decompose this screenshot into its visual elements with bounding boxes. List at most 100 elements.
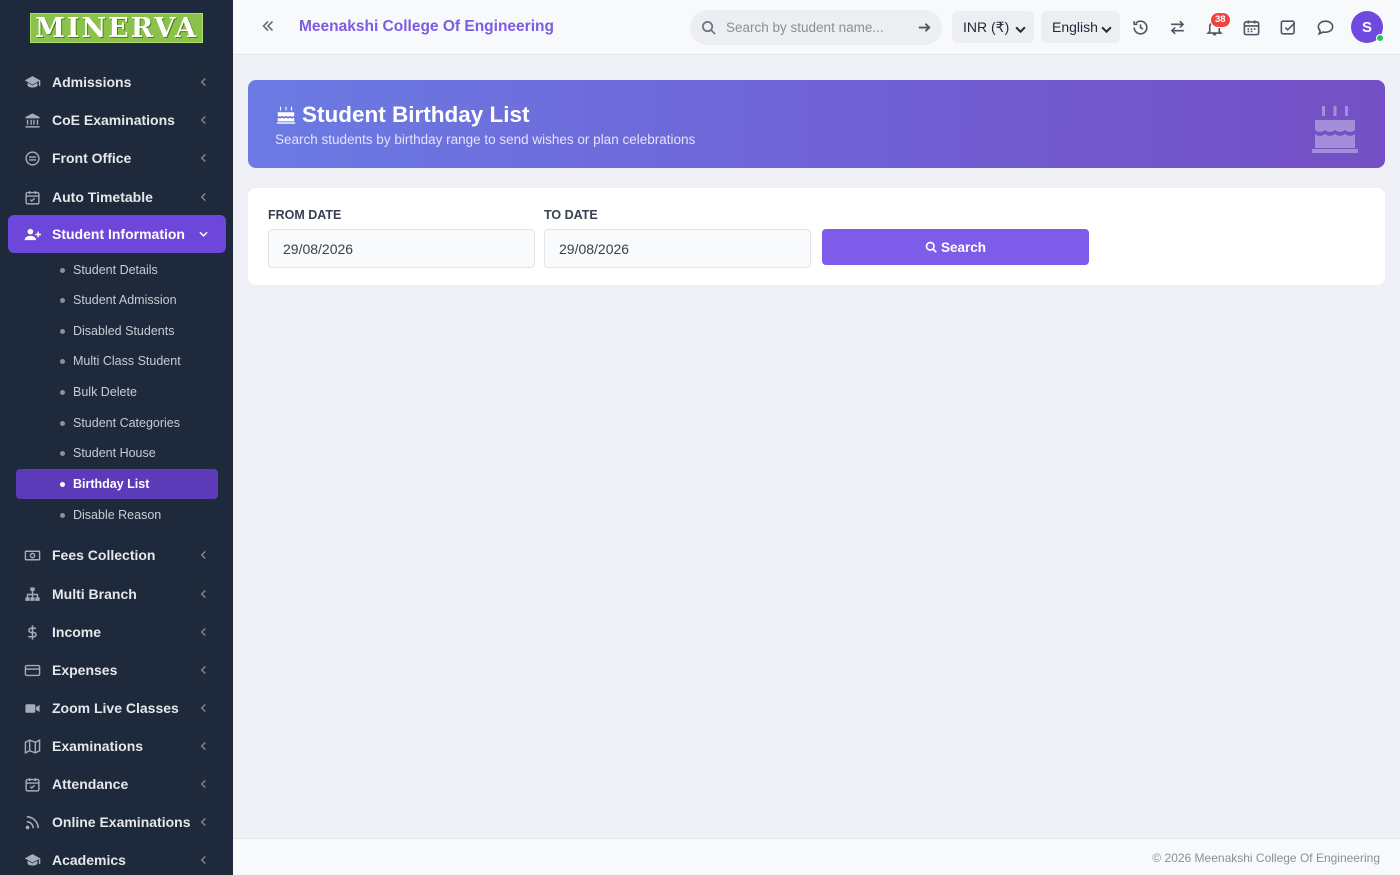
- sidebar-item-label: Online Examinations: [52, 814, 191, 830]
- sidebar-item-coe-examinations[interactable]: CoE Examinations: [8, 101, 226, 139]
- chevron-down-icon: [199, 230, 208, 239]
- chevron-left-icon: [199, 703, 208, 713]
- currency-value: INR (₹): [963, 18, 1010, 35]
- sidebar-subitem-disabled-students[interactable]: Disabled Students: [16, 316, 218, 346]
- user-plus-icon: [22, 226, 42, 243]
- money-bill-icon: [22, 547, 42, 564]
- sidebar-item-label: Fees Collection: [52, 547, 156, 563]
- collapse-sidebar-icon[interactable]: [259, 17, 279, 37]
- history-icon[interactable]: [1131, 18, 1150, 37]
- chevron-left-icon: [199, 741, 208, 751]
- sidebar-subitem-student-admission[interactable]: Student Admission: [16, 285, 218, 315]
- chevron-left-icon: [199, 589, 208, 599]
- search-icon: [925, 241, 937, 253]
- sidebar-subitem-student-categories[interactable]: Student Categories: [16, 408, 218, 438]
- exchange-icon[interactable]: [1168, 18, 1187, 37]
- chat-icon[interactable]: [1316, 18, 1335, 37]
- chevron-left-icon: [199, 77, 208, 87]
- arrow-right-icon[interactable]: [917, 20, 932, 35]
- sidebar-subitem-birthday-list[interactable]: Birthday List: [16, 469, 218, 499]
- calendar-check-icon: [22, 776, 42, 793]
- university-icon: [22, 112, 42, 129]
- sidebar-item-expenses[interactable]: Expenses: [8, 651, 226, 689]
- language-value: English: [1052, 19, 1098, 35]
- chevron-left-icon: [199, 779, 208, 789]
- calendar-icon[interactable]: [1242, 18, 1261, 37]
- avatar[interactable]: S: [1351, 11, 1384, 43]
- sidebar-item-label: Admissions: [52, 74, 132, 90]
- birthday-cake-icon: [1311, 104, 1359, 154]
- college-title[interactable]: Meenakshi College Of Engineering: [299, 18, 554, 36]
- sidebar-item-fees-collection[interactable]: Fees Collection: [8, 536, 226, 574]
- sidebar-item-label: Auto Timetable: [52, 189, 153, 205]
- copyright-text: © 2026 Meenakshi College Of Engineering: [1152, 851, 1380, 865]
- birthday-cake-icon: [275, 104, 297, 126]
- graduation-cap-icon: [22, 74, 42, 91]
- sidebar-item-label: Academics: [52, 852, 126, 868]
- sidebar-item-label: Attendance: [52, 776, 129, 792]
- check-square-icon[interactable]: [1279, 18, 1298, 37]
- avatar-initial: S: [1361, 18, 1372, 36]
- search-button[interactable]: Search: [822, 229, 1089, 265]
- sidebar-item-admissions[interactable]: Admissions: [8, 63, 226, 101]
- chevron-left-icon: [199, 817, 208, 827]
- sidebar-item-label: Front Office: [52, 150, 132, 166]
- date-filter-card: FROM DATE TO DATE Search: [248, 188, 1385, 285]
- student-search-box: [690, 10, 942, 45]
- chevron-left-icon: [199, 153, 208, 163]
- page-title: Student Birthday List: [275, 102, 530, 128]
- sitemap-icon: [22, 586, 42, 603]
- search-button-label: Search: [940, 239, 987, 255]
- sidebar-subitem-student-house[interactable]: Student House: [16, 438, 218, 468]
- map-icon: [22, 738, 42, 755]
- sidebar-item-front-office[interactable]: Front Office: [8, 139, 226, 177]
- sidebar-item-auto-timetable[interactable]: Auto Timetable: [8, 178, 226, 216]
- dollar-icon: [22, 624, 42, 641]
- front-office-icon: [22, 150, 42, 167]
- logo-wrap: MINERVA: [0, 0, 233, 56]
- sidebar-item-attendance[interactable]: Attendance: [8, 765, 226, 803]
- sidebar-subitem-multi-class-student[interactable]: Multi Class Student: [16, 346, 218, 376]
- student-search-input[interactable]: [724, 10, 904, 45]
- sidebar-item-label: CoE Examinations: [52, 112, 175, 128]
- from-date-label: FROM DATE: [268, 208, 342, 222]
- chevron-left-icon: [199, 115, 208, 125]
- sidebar-item-online-examinations[interactable]: Online Examinations: [8, 803, 226, 841]
- page-title-text: Student Birthday List: [302, 102, 530, 127]
- sidebar-subitem-student-details[interactable]: Student Details: [16, 255, 218, 285]
- chevron-left-icon: [199, 855, 208, 865]
- chevron-left-icon: [199, 627, 208, 637]
- rss-icon: [22, 814, 42, 831]
- to-date-label: TO DATE: [544, 208, 598, 222]
- sidebar-item-income[interactable]: Income: [8, 613, 226, 651]
- sidebar-item-label: Examinations: [52, 738, 144, 754]
- from-date-input[interactable]: [268, 229, 535, 268]
- graduation-cap-icon: [22, 852, 42, 869]
- sidebar-item-multi-branch[interactable]: Multi Branch: [8, 575, 226, 613]
- sidebar-item-label: Zoom Live Classes: [52, 700, 179, 716]
- page-subtitle: Search students by birthday range to sen…: [275, 132, 696, 147]
- sidebar-item-academics[interactable]: Academics: [8, 841, 226, 875]
- chevron-left-icon: [199, 665, 208, 675]
- sidebar-item-label: Multi Branch: [52, 586, 137, 602]
- sidebar-subitem-disable-reason[interactable]: Disable Reason: [16, 500, 218, 530]
- sidebar-item-label: Expenses: [52, 662, 118, 678]
- notification-badge: 38: [1210, 12, 1231, 28]
- language-select[interactable]: English: [1041, 11, 1120, 43]
- credit-card-icon: [22, 662, 42, 679]
- sidebar-item-label: Student Information: [52, 226, 185, 242]
- to-date-input[interactable]: [544, 229, 811, 268]
- chevron-left-icon: [199, 550, 208, 560]
- sidebar-item-student-information[interactable]: Student Information: [8, 215, 226, 253]
- logo[interactable]: MINERVA: [29, 13, 204, 44]
- search-icon: [701, 20, 716, 35]
- sidebar-item-examinations[interactable]: Examinations: [8, 727, 226, 765]
- sidebar-item-zoom-live-classes[interactable]: Zoom Live Classes: [8, 689, 226, 727]
- sidebar: MINERVA Admissions CoE Examinations Fron…: [0, 0, 233, 875]
- chevron-down-icon: [1101, 22, 1112, 34]
- sidebar-item-label: Income: [52, 624, 102, 640]
- sidebar-subitem-bulk-delete[interactable]: Bulk Delete: [16, 377, 218, 407]
- chevron-down-icon: [1015, 22, 1026, 34]
- currency-select[interactable]: INR (₹): [952, 11, 1034, 43]
- online-status-dot: [1376, 34, 1384, 42]
